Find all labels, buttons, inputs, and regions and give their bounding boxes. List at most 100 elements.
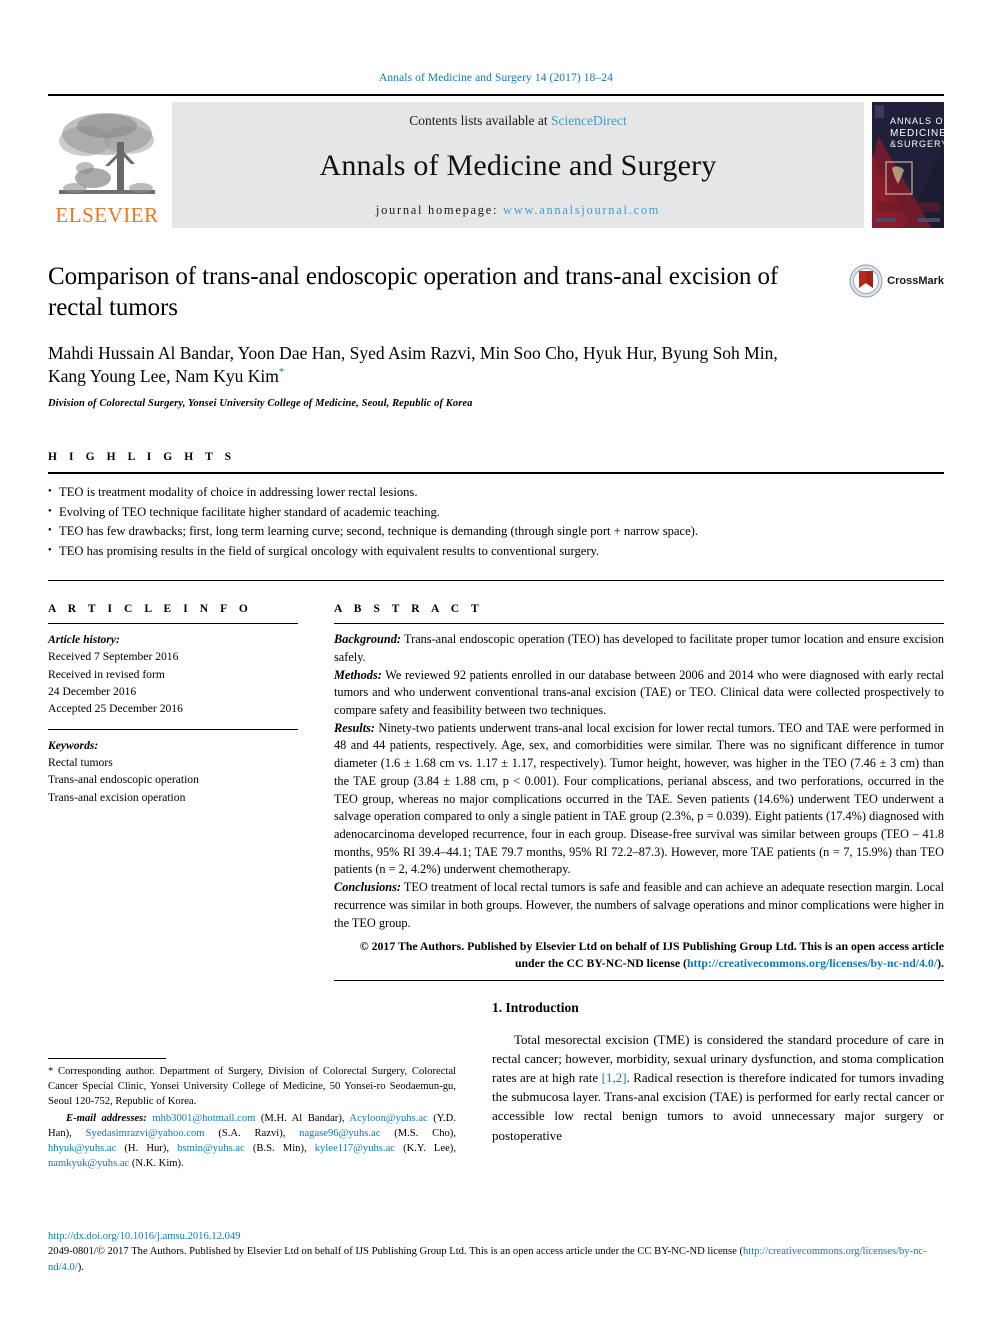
paper-page: Annals of Medicine and Surgery 14 (2017)…: [0, 0, 992, 1323]
corresponding-author-marker[interactable]: *: [279, 366, 285, 378]
list-item: TEO is treatment modality of choice in a…: [48, 483, 944, 503]
abstract-label-results: Results:: [334, 720, 375, 735]
author-names: Mahdi Hussain Al Bandar, Yoon Dae Han, S…: [48, 343, 778, 387]
lower-columns: * Corresponding author. Department of Su…: [48, 1000, 944, 1200]
journal-cover-image: ANNALS OF MEDICINE &SURGERY: [872, 102, 949, 228]
abstract-bottom-rule: [334, 980, 944, 982]
abstract-label-background: Background:: [334, 632, 401, 647]
svg-text:ANNALS OF: ANNALS OF: [890, 116, 944, 126]
abstract-text-results: Ninety-two patients underwent trans-anal…: [334, 720, 944, 877]
abstract-text-background: Trans-anal endoscopic operation (TEO) ha…: [334, 632, 944, 664]
title-block: CrossMark Comparison of trans-anal endos…: [48, 262, 944, 409]
email-owner: (M.S. Cho),: [380, 1128, 456, 1140]
article-info-heading: A R T I C L E I N F O: [48, 603, 253, 616]
introduction-heading: 1. Introduction: [492, 1000, 579, 1015]
list-item: Evolving of TEO technique facilitate hig…: [48, 503, 944, 523]
journal-cover-thumbnail: ANNALS OF MEDICINE &SURGERY: [872, 102, 949, 233]
abstract-paragraph-background: Background: Trans-anal endoscopic operat…: [334, 631, 944, 666]
homepage-label: journal homepage:: [375, 203, 499, 217]
email-owner: (N.K. Kim).: [129, 1158, 184, 1170]
highlights-list: TEO is treatment modality of choice in a…: [48, 474, 944, 571]
journal-title: Annals of Medicine and Surgery: [319, 149, 717, 182]
keyword-item: Trans-anal endoscopic operation: [48, 773, 199, 787]
abstract-heading: A B S T R A C T: [334, 603, 484, 616]
introduction-column: 1. Introduction Total mesorectal excisio…: [492, 1000, 944, 1200]
elsevier-wordmark: ELSEVIER: [55, 203, 159, 227]
footnote-corresponding-text: Corresponding author. Department of Surg…: [48, 1066, 456, 1108]
footnote-column: * Corresponding author. Department of Su…: [48, 1000, 456, 1200]
history-line: Received in revised form: [48, 667, 165, 681]
email-link[interactable]: mhb3001@hotmail.com: [152, 1113, 255, 1124]
email-owner: (H. Hur),: [116, 1143, 178, 1155]
email-link[interactable]: nagase96@yuhs.ac: [299, 1128, 380, 1139]
elsevier-logo: ELSEVIER: [48, 102, 166, 228]
abstract-paragraph-methods: Methods: We reviewed 92 patients enrolle…: [334, 667, 944, 720]
doi-link[interactable]: http://dx.doi.org/10.1016/j.amsu.2016.12…: [48, 1231, 944, 1242]
info-abstract-row: A R T I C L E I N F O Article history: R…: [48, 603, 944, 982]
sciencedirect-link[interactable]: ScienceDirect: [551, 113, 627, 128]
email-link[interactable]: Acyloon@yuhs.ac: [349, 1113, 427, 1124]
footnote-rule: [48, 1058, 166, 1059]
article-history-block: Article history: Received 7 September 20…: [48, 624, 298, 717]
history-line: Received 7 September 2016: [48, 650, 179, 664]
elsevier-tree-icon: [59, 113, 155, 194]
history-line: Accepted 25 December 2016: [48, 701, 183, 715]
email-owner: (B.S. Min),: [244, 1143, 315, 1155]
article-history-label: Article history:: [48, 633, 120, 647]
abstract-label-conclusions: Conclusions:: [334, 880, 401, 895]
highlights-section: H I G H L I G H T S TEO is treatment mod…: [48, 451, 944, 582]
email-owner: (S.A. Razvi),: [204, 1128, 300, 1140]
email-addresses-footnote: E-mail addresses: mhb3001@hotmail.com (M…: [48, 1111, 456, 1171]
author-list: Mahdi Hussain Al Bandar, Yoon Dae Han, S…: [48, 342, 788, 388]
footer-text-part2: ).: [77, 1261, 84, 1273]
highlights-heading: H I G H L I G H T S: [48, 451, 236, 464]
abstract-column: A B S T R A C T Background: Trans-anal e…: [334, 603, 944, 982]
abstract-body: Background: Trans-anal endoscopic operat…: [334, 624, 944, 932]
creative-commons-link[interactable]: http://creativecommons.org/licenses/by-n…: [687, 956, 937, 970]
masthead-center-panel: Contents lists available at ScienceDirec…: [172, 102, 864, 228]
introduction-paragraph: Total mesorectal excision (TME) is consi…: [492, 1030, 944, 1145]
email-link[interactable]: namkyuk@yuhs.ac: [48, 1158, 129, 1169]
footer-text-part1: 2049-0801/© 2017 The Authors. Published …: [48, 1246, 743, 1258]
page-footer: http://dx.doi.org/10.1016/j.amsu.2016.12…: [48, 1231, 944, 1275]
contents-available-line: Contents lists available at ScienceDirec…: [409, 113, 626, 129]
email-owner: (M.H. Al Bandar),: [255, 1113, 350, 1125]
history-line: 24 December 2016: [48, 684, 137, 698]
running-head: Annals of Medicine and Surgery 14 (2017)…: [378, 72, 614, 84]
svg-text:&SURGERY: &SURGERY: [890, 139, 944, 149]
email-link[interactable]: bsmin@yuhs.ac: [177, 1143, 245, 1154]
crossmark-label: CrossMark: [887, 275, 944, 287]
list-item: TEO has few drawbacks; first, long term …: [48, 522, 944, 542]
homepage-url-link[interactable]: www.annalsjournal.com: [503, 203, 660, 217]
footer-license-text: 2049-0801/© 2017 The Authors. Published …: [48, 1244, 944, 1275]
svg-text:MEDICINE: MEDICINE: [890, 128, 944, 139]
contents-prefix: Contents lists available at: [409, 113, 551, 128]
email-link[interactable]: Syedasimrazvi@yahoo.com: [86, 1128, 205, 1139]
list-item: TEO has promising results in the field o…: [48, 542, 944, 562]
email-owner: (K.Y. Lee),: [394, 1143, 456, 1155]
keywords-label: Keywords:: [48, 739, 99, 753]
corresponding-author-footnote: * Corresponding author. Department of Su…: [48, 1064, 456, 1109]
affiliation: Division of Colorectal Surgery, Yonsei U…: [48, 398, 473, 410]
article-info-column: A R T I C L E I N F O Article history: R…: [48, 603, 298, 981]
keyword-item: Trans-anal excision operation: [48, 790, 186, 804]
keywords-block: Keywords: Rectal tumors Trans-anal endos…: [48, 730, 298, 806]
abstract-text-conclusions: TEO treatment of local rectal tumors is …: [334, 880, 944, 930]
highlights-bottom-rule: [48, 580, 944, 582]
abstract-copyright: © 2017 The Authors. Published by Elsevie…: [334, 938, 944, 972]
keyword-item: Rectal tumors: [48, 756, 113, 770]
email-link[interactable]: hhyuk@yuhs.ac: [48, 1143, 116, 1154]
copyright-suffix: ).: [937, 956, 944, 971]
email-addresses-label: E-mail addresses:: [66, 1113, 147, 1125]
abstract-text-methods: We reviewed 92 patients enrolled in our …: [334, 667, 944, 718]
email-link[interactable]: kylee117@yuhs.ac: [315, 1143, 395, 1154]
abstract-label-methods: Methods:: [334, 667, 382, 682]
crossmark-badge[interactable]: CrossMark: [849, 264, 944, 298]
journal-homepage-line: journal homepage: www.annalsjournal.com: [376, 203, 660, 218]
page-title: Comparison of trans-anal endoscopic oper…: [48, 263, 779, 321]
crossmark-icon: [849, 264, 883, 298]
journal-masthead: ELSEVIER Contents lists available at Sci…: [48, 94, 949, 228]
citation-link[interactable]: [1,2]: [602, 1070, 627, 1085]
abstract-paragraph-results: Results: Ninety-two patients underwent t…: [334, 720, 944, 879]
abstract-paragraph-conclusions: Conclusions: TEO treatment of local rect…: [334, 879, 944, 932]
